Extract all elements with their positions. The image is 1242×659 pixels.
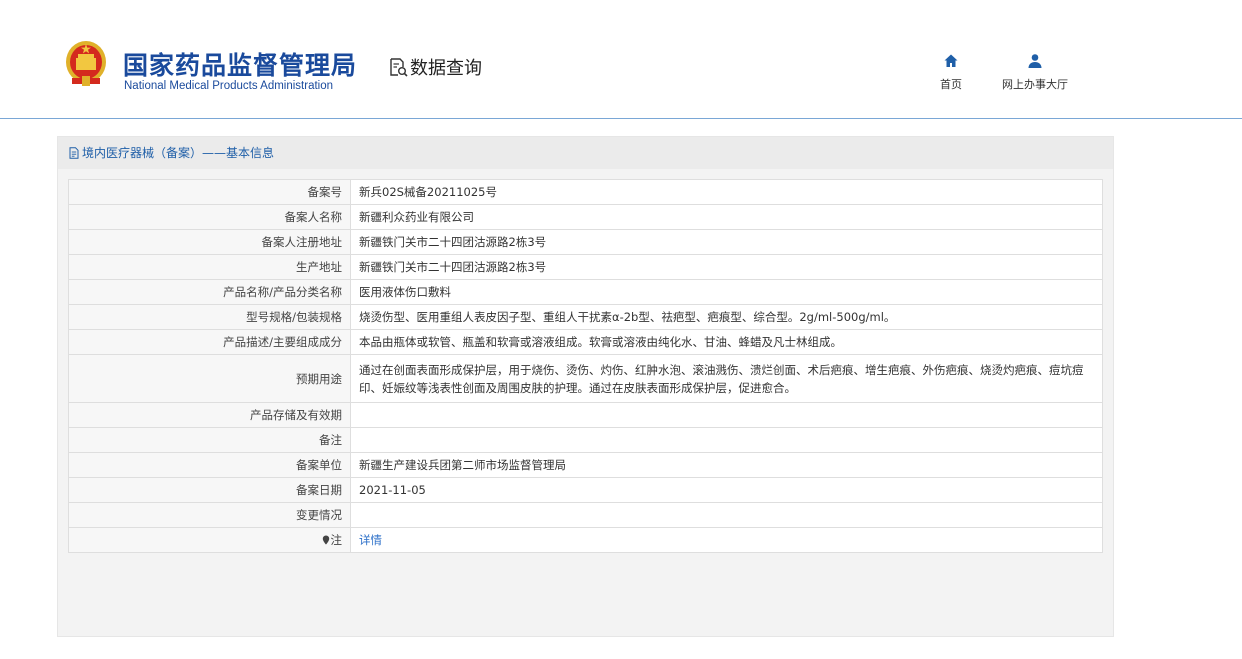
table-row: 备案日期 2021-11-05 (68, 477, 1103, 503)
field-value: 通过在创面表面形成保护层，用于烧伤、烫伤、灼伤、红肿水泡、滚油溅伤、溃烂创面、术… (350, 354, 1103, 403)
panel-title: 境内医疗器械（备案）——基本信息 (58, 137, 1113, 169)
panel-title-text: 境内医疗器械（备案）——基本信息 (82, 146, 275, 160)
field-value: 医用液体伤口敷料 (350, 279, 1103, 305)
nav-home-label: 首页 (940, 78, 962, 91)
field-label: 备案人注册地址 (68, 229, 351, 255)
field-value: 本品由瓶体或软管、瓶盖和软膏或溶液组成。软膏或溶液由纯化水、甘油、蜂蜡及凡士林组… (350, 329, 1103, 355)
basic-info-table: 备案号 新兵02S械备20211025号 备案人名称 新疆利众药业有限公司 备案… (68, 179, 1103, 553)
site-header: 国家药品监督管理局 National Medical Products Admi… (0, 8, 1242, 119)
field-value: 新疆生产建设兵团第二师市场监督管理局 (350, 452, 1103, 478)
nav-home[interactable]: 首页 (940, 53, 962, 92)
table-row: 注 详情 (68, 527, 1103, 553)
field-label: 备案号 (68, 179, 351, 205)
field-label: 生产地址 (68, 254, 351, 280)
note-label-cell: 注 (68, 527, 351, 553)
field-value: 2021-11-05 (350, 477, 1103, 503)
table-row: 备注 (68, 427, 1103, 453)
home-icon (944, 54, 958, 67)
field-value (350, 502, 1103, 528)
top-strip (0, 0, 1242, 8)
note-label: 注 (330, 533, 343, 547)
field-label: 产品存储及有效期 (68, 402, 351, 428)
table-row: 备案人名称 新疆利众药业有限公司 (68, 204, 1103, 230)
field-label: 产品描述/主要组成成分 (68, 329, 351, 355)
table-row: 产品描述/主要组成成分 本品由瓶体或软管、瓶盖和软膏或溶液组成。软膏或溶液由纯化… (68, 329, 1103, 355)
field-value: 烧烫伤型、医用重组人表皮因子型、重组人干扰素α-2b型、祛疤型、疤痕型、综合型。… (350, 304, 1103, 330)
field-label: 型号规格/包装规格 (68, 304, 351, 330)
field-value: 新疆铁门关市二十四团沽源路2栋3号 (350, 229, 1103, 255)
field-label: 备注 (68, 427, 351, 453)
table-row: 备案单位 新疆生产建设兵团第二师市场监督管理局 (68, 452, 1103, 478)
document-search-icon (390, 58, 408, 77)
table-row: 备案号 新兵02S械备20211025号 (68, 179, 1103, 205)
table-row: 产品名称/产品分类名称 医用液体伤口敷料 (68, 279, 1103, 305)
pin-icon (322, 535, 329, 545)
field-value: 新疆利众药业有限公司 (350, 204, 1103, 230)
data-query-title: 数据查询 (388, 54, 482, 80)
nav-online-service-hall-label: 网上办事大厅 (1002, 78, 1068, 91)
table-row: 变更情况 (68, 502, 1103, 528)
field-label: 产品名称/产品分类名称 (68, 279, 351, 305)
details-link[interactable]: 详情 (359, 533, 382, 547)
brand-title-cn: 国家药品监督管理局 (123, 51, 358, 80)
user-icon (1028, 54, 1042, 68)
field-value (350, 402, 1103, 428)
table-row: 型号规格/包装规格 烧烫伤型、医用重组人表皮因子型、重组人干扰素α-2b型、祛疤… (68, 304, 1103, 330)
field-label: 变更情况 (68, 502, 351, 528)
field-label: 备案人名称 (68, 204, 351, 230)
national-emblem-logo (66, 41, 106, 86)
field-label: 预期用途 (68, 354, 351, 403)
table-row: 备案人注册地址 新疆铁门关市二十四团沽源路2栋3号 (68, 229, 1103, 255)
table-row: 生产地址 新疆铁门关市二十四团沽源路2栋3号 (68, 254, 1103, 280)
field-value: 新兵02S械备20211025号 (350, 179, 1103, 205)
field-value (350, 427, 1103, 453)
document-icon (69, 147, 79, 159)
field-value: 新疆铁门关市二十四团沽源路2栋3号 (350, 254, 1103, 280)
table-row: 预期用途 通过在创面表面形成保护层，用于烧伤、烫伤、灼伤、红肿水泡、滚油溅伤、溃… (68, 354, 1103, 403)
table-row: 产品存储及有效期 (68, 402, 1103, 428)
field-label: 备案日期 (68, 477, 351, 503)
note-value: 详情 (350, 527, 1103, 553)
brand-title-en: National Medical Products Administration (124, 80, 334, 92)
data-query-label: 数据查询 (410, 58, 482, 79)
info-panel: 境内医疗器械（备案）——基本信息 备案号 新兵02S械备20211025号 备案… (57, 136, 1114, 637)
field-label: 备案单位 (68, 452, 351, 478)
nav-online-service-hall[interactable]: 网上办事大厅 (1002, 53, 1068, 92)
